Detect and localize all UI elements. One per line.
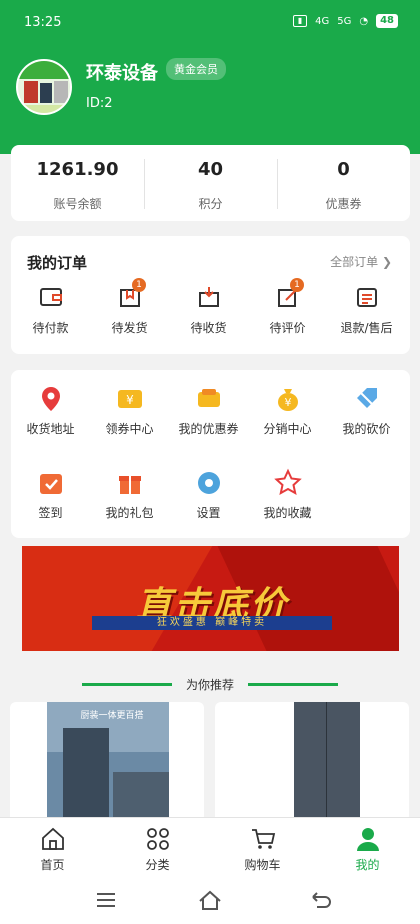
stat-value: 40 xyxy=(197,159,224,180)
divider xyxy=(248,683,338,686)
gift-icon xyxy=(119,476,141,494)
system-navigation-bar xyxy=(0,877,420,924)
status-time: 13:25 xyxy=(24,15,62,30)
bargain-tag-icon xyxy=(357,388,377,409)
service-label: 我的礼包 xyxy=(105,506,154,520)
wifi-icon: ◔ xyxy=(359,15,369,27)
battery-icon: 48 xyxy=(376,14,398,28)
service-coupon-center[interactable]: ¥ 领券中心 xyxy=(90,384,169,444)
tab-label: 首页 xyxy=(40,858,65,872)
order-pending-receipt[interactable]: 待收货 xyxy=(169,284,248,344)
profile-header: 环泰设备 黄金会员 ID:2 xyxy=(0,44,420,154)
status-bar: 13:25 ▮ 4G 5G ◔ 48 xyxy=(0,0,420,44)
service-label: 我的收藏 xyxy=(263,506,312,520)
account-stats-card: 1261.90 账号余额 40 积分 0 优惠券 xyxy=(11,145,410,221)
service-label: 分销中心 xyxy=(263,422,312,436)
product-image: 厨装一体更百搭 xyxy=(47,702,169,822)
tab-label: 我的 xyxy=(355,858,380,872)
money-bag-icon: ¥ xyxy=(278,389,298,411)
avatar[interactable] xyxy=(16,59,72,115)
view-all-orders-link[interactable]: 全部订单 ❯ xyxy=(330,253,392,270)
service-label: 签到 xyxy=(38,506,63,520)
order-badge: 1 xyxy=(132,278,146,292)
svg-text:¥: ¥ xyxy=(126,393,134,407)
stat-points[interactable]: 40 积分 xyxy=(144,145,277,221)
banner-subline: 狂欢盛惠 巅峰特卖 xyxy=(92,616,332,630)
network-5g-label: 5G xyxy=(337,15,352,27)
signal-icon: ▮ xyxy=(293,15,308,27)
calendar-check-icon xyxy=(40,474,62,494)
user-icon xyxy=(357,828,379,851)
back-icon[interactable] xyxy=(309,889,333,911)
order-pending-review[interactable]: 1 待评价 xyxy=(248,278,327,344)
user-id: ID:2 xyxy=(86,96,113,111)
stat-label: 积分 xyxy=(198,197,223,211)
service-address[interactable]: 收货地址 xyxy=(11,384,90,444)
delivery-box-icon xyxy=(199,287,219,307)
service-bargain[interactable]: 我的砍价 xyxy=(327,384,406,444)
stat-value: 1261.90 xyxy=(36,159,119,180)
location-pin-icon xyxy=(42,387,60,411)
order-item-label: 退款/售后 xyxy=(340,321,393,335)
service-label: 设置 xyxy=(196,506,221,520)
member-level-badge: 黄金会员 xyxy=(166,58,226,80)
status-icons: ▮ 4G 5G ◔ 48 xyxy=(293,14,398,28)
product-caption: 厨装一体更百搭 xyxy=(80,711,144,721)
category-icon xyxy=(147,828,169,850)
my-coupon-icon xyxy=(198,389,220,407)
product-card[interactable]: 厨装一体更百搭 xyxy=(10,702,204,822)
tab-mine[interactable]: 我的 xyxy=(315,818,420,878)
stat-label: 账号余额 xyxy=(53,197,102,211)
bottom-tabbar: 首页 分类 购物车 我的 xyxy=(0,817,420,877)
order-pending-payment[interactable]: 待付款 xyxy=(11,284,90,344)
recommend-title: 为你推荐 xyxy=(185,678,234,692)
order-badge: 1 xyxy=(290,278,304,292)
order-item-label: 待评价 xyxy=(269,321,306,335)
services-card: 收货地址 ¥ 领券中心 我的优惠券 ¥ 分销中心 我的砍价 签到 我的礼包 设置… xyxy=(11,370,410,538)
service-my-coupons[interactable]: 我的优惠券 xyxy=(169,384,248,444)
coupon-icon: ¥ xyxy=(118,390,142,408)
product-image xyxy=(294,702,360,822)
menu-icon[interactable] xyxy=(94,889,118,911)
service-favorites[interactable]: 我的收藏 xyxy=(248,468,327,528)
tab-label: 分类 xyxy=(145,858,170,872)
svg-text:¥: ¥ xyxy=(285,396,292,409)
orders-title: 我的订单 xyxy=(27,254,88,272)
stat-label: 优惠券 xyxy=(325,197,362,211)
tab-label: 购物车 xyxy=(244,858,281,872)
stat-coupons[interactable]: 0 优惠券 xyxy=(277,145,410,221)
service-label: 我的优惠券 xyxy=(178,422,239,436)
service-label: 收货地址 xyxy=(26,422,75,436)
order-refund-aftersale[interactable]: 退款/售后 xyxy=(327,284,406,344)
tab-home[interactable]: 首页 xyxy=(0,818,105,878)
tab-category[interactable]: 分类 xyxy=(105,818,210,878)
cart-icon xyxy=(252,829,276,849)
order-pending-shipment[interactable]: 1 待发货 xyxy=(90,278,169,344)
product-card[interactable] xyxy=(215,702,409,822)
service-label: 领券中心 xyxy=(105,422,154,436)
settings-icon xyxy=(198,472,220,494)
network-4g-label: 4G xyxy=(315,15,330,27)
orders-card: 我的订单 全部订单 ❯ 待付款 1 待发货 待收货 1 待评价 退款/售后 xyxy=(11,236,410,354)
wallet-icon xyxy=(40,288,62,306)
home-button-icon[interactable] xyxy=(198,889,222,911)
order-item-label: 待付款 xyxy=(32,321,69,335)
service-checkin[interactable]: 签到 xyxy=(11,468,90,528)
tab-cart[interactable]: 购物车 xyxy=(210,818,315,878)
stat-balance[interactable]: 1261.90 账号余额 xyxy=(11,145,144,221)
order-item-label: 待发货 xyxy=(111,321,148,335)
star-favorite-icon xyxy=(274,468,302,495)
promo-banner[interactable]: 直击底价 狂欢盛惠 巅峰特卖 xyxy=(22,546,399,651)
stat-value: 0 xyxy=(337,159,350,180)
service-gift-pack[interactable]: 我的礼包 xyxy=(90,468,169,528)
shop-name: 环泰设备 xyxy=(86,63,158,84)
refund-list-icon xyxy=(357,288,377,307)
service-distribution[interactable]: ¥ 分销中心 xyxy=(248,384,327,444)
order-item-label: 待收货 xyxy=(190,321,227,335)
service-settings[interactable]: 设置 xyxy=(169,468,248,528)
home-icon xyxy=(42,827,64,850)
service-label: 我的砍价 xyxy=(342,422,391,436)
